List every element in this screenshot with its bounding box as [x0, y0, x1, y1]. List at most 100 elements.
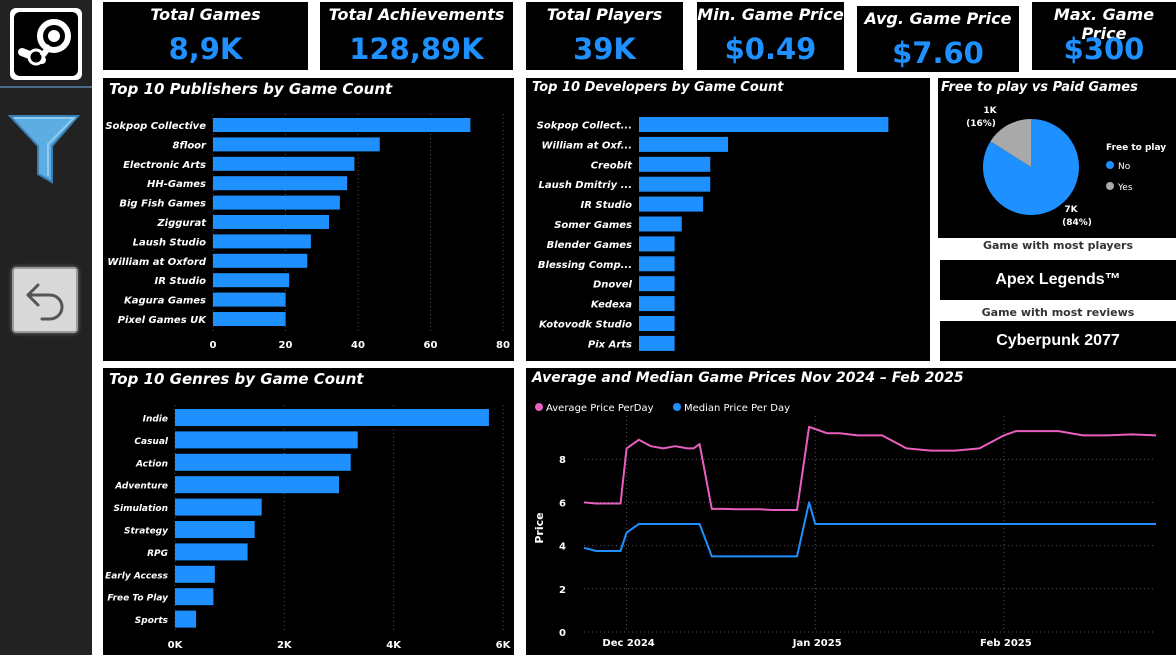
bar: [639, 296, 675, 312]
bar: [213, 215, 329, 229]
x-tick-label: 40: [351, 340, 365, 351]
kpi-total-games: Total Games 8,9K: [103, 2, 308, 70]
category-label: Electronic Arts: [123, 160, 206, 171]
x-tick-label: 0: [210, 340, 217, 351]
developers-chart-panel: Top 10 Developers by Game Count Sokpop C…: [526, 78, 930, 361]
category-label: Big Fish Games: [119, 199, 206, 210]
category-label: Free To Play: [107, 594, 169, 604]
kpi-total-players: Total Players 39K: [526, 2, 683, 70]
publishers-chart-panel: Top 10 Publishers by Game Count 0 20 40 60 8…: [103, 78, 514, 361]
x-tick-label: 20: [279, 340, 293, 351]
back-button[interactable]: [12, 267, 78, 333]
bar: [213, 195, 340, 210]
genres-chart: 0K 2K 4K 6K Indie Casual Action Adventure Simula…: [105, 405, 512, 651]
pie-label-pct: (16%): [966, 119, 996, 129]
bar: [639, 335, 675, 351]
kpi-value: $0.49: [724, 32, 817, 66]
bar: [639, 156, 711, 172]
bar: [175, 543, 248, 561]
category-label: Somer Games: [554, 220, 632, 231]
category-label: Simulation: [114, 504, 169, 514]
legend-label: Median Price Per Day: [684, 403, 790, 414]
bar: [175, 521, 255, 538]
category-label: IR Studio: [581, 200, 633, 211]
category-label: Dnovel: [593, 280, 633, 291]
kpi-total-achievements: Total Achievements 128,89K: [320, 2, 513, 70]
bar: [213, 253, 308, 268]
bar: [639, 256, 675, 272]
bar: [213, 292, 286, 307]
free-vs-paid-panel: Free to play vs Paid Games 7K (84%) 1K (16%…: [938, 78, 1176, 238]
bar: [213, 273, 290, 288]
bar: [639, 117, 889, 132]
sidebar: [0, 0, 92, 655]
bar: [175, 610, 197, 628]
x-tick-label: 2K: [277, 640, 293, 651]
category-label: IR Studio: [155, 276, 207, 287]
bar: [213, 234, 311, 249]
category-label: Laush Studio: [133, 237, 206, 248]
kpi-title: Total Achievements: [328, 5, 505, 24]
bar: [639, 216, 682, 232]
bar: [639, 196, 704, 212]
bar: [175, 588, 214, 606]
legend-swatch: [1106, 182, 1114, 190]
y-tick-label: 6: [559, 498, 566, 509]
x-tick-label: Dec 2024: [602, 638, 654, 649]
y-tick-label: 0: [559, 628, 566, 639]
series-line: [583, 425, 1157, 511]
x-tick-label: Jan 2025: [792, 638, 842, 649]
kpi-value: $300: [1063, 32, 1145, 66]
steam-logo: [10, 8, 82, 80]
bar: [175, 565, 215, 583]
category-label: William at Oxf...: [541, 140, 632, 151]
category-label: Sports: [135, 616, 169, 626]
y-axis-label: Price: [533, 512, 546, 543]
category-label: Laush Dmitriy ...: [539, 180, 632, 191]
category-label: Blender Games: [547, 240, 632, 251]
pie-label-pct: (84%): [1062, 218, 1092, 228]
kpi-max-price: Max. Game Price $300: [1032, 2, 1176, 70]
category-label: Kedexa: [591, 300, 632, 311]
bar: [639, 276, 675, 292]
free-vs-paid-pie: 7K (84%) 1K (16%) Free to play No Yes: [966, 106, 1166, 228]
x-tick-label: 4K: [386, 640, 402, 651]
most-players-value: Apex Legends™: [940, 260, 1176, 300]
category-label: Sokpop Collect...: [537, 121, 632, 132]
bar: [213, 312, 286, 326]
legend-label: Average Price PerDay: [546, 403, 654, 414]
developers-chart: Sokpop Collect... William at Oxf... Creobi…: [537, 117, 889, 351]
kpi-avg-price: Avg. Game Price $7.60: [857, 6, 1019, 72]
kpi-title: Total Games: [150, 5, 261, 24]
category-label: Blessing Comp...: [538, 260, 632, 271]
x-tick-label: 60: [424, 340, 438, 351]
bar: [639, 176, 711, 192]
legend-swatch: [535, 403, 543, 411]
bar: [175, 476, 339, 494]
legend-label: Yes: [1117, 183, 1133, 193]
x-tick-label: 6K: [496, 640, 512, 651]
category-label: Action: [135, 459, 168, 469]
legend-swatch: [1106, 161, 1114, 169]
category-label: Ziggurat: [156, 218, 207, 229]
kpi-value: 8,9K: [168, 32, 243, 66]
category-label: William at Oxford: [107, 257, 207, 268]
category-label: Kagura Games: [124, 296, 206, 307]
category-label: Adventure: [114, 482, 168, 492]
most-players-label: Game with most players: [982, 239, 1134, 252]
kpi-title: Min. Game Price: [697, 5, 844, 24]
bar: [175, 409, 489, 426]
steam-logo-icon: [18, 19, 71, 66]
category-label: RPG: [147, 549, 168, 559]
bar: [639, 236, 675, 252]
bar: [175, 453, 351, 471]
category-label: Indie: [143, 415, 168, 425]
category-label: Sokpop Collective: [105, 121, 206, 132]
filter-button[interactable]: [7, 110, 81, 186]
kpi-title: Avg. Game Price: [864, 9, 1012, 28]
bar: [175, 431, 358, 449]
bar: [639, 136, 729, 152]
publishers-chart: 0 20 40 60 80 Sokpop Collective 8floor Electron…: [105, 114, 510, 351]
bar: [213, 176, 348, 191]
kpi-title: Total Players: [546, 5, 663, 24]
